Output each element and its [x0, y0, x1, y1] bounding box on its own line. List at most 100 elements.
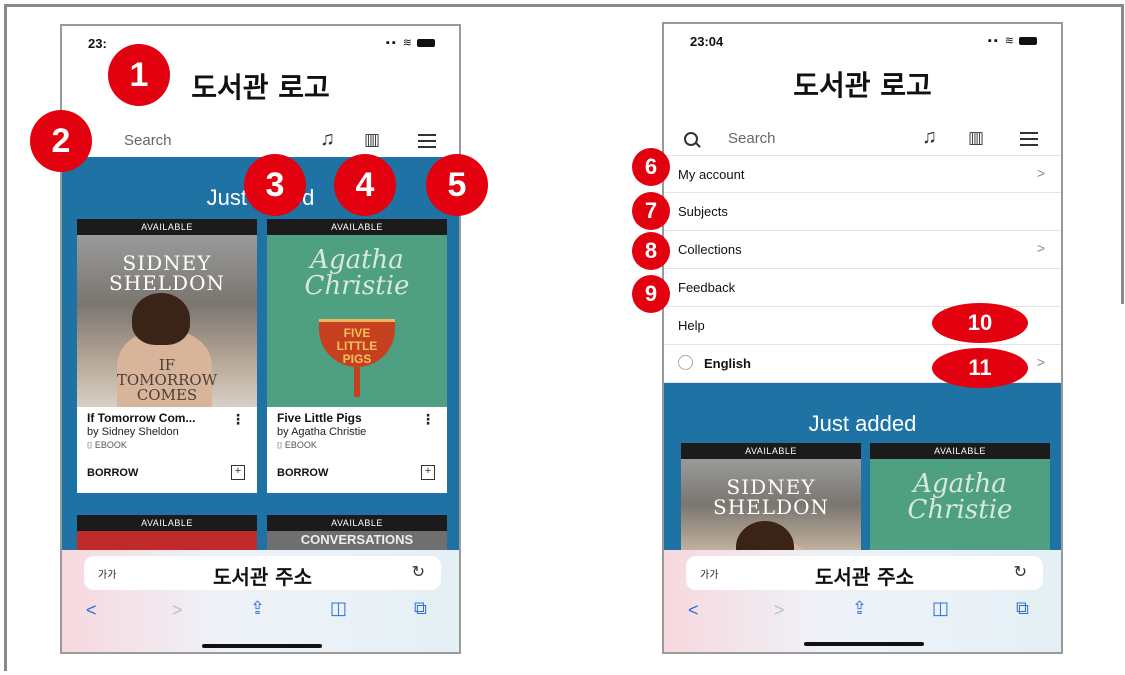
callout-badge-3: 3: [244, 154, 306, 216]
bell-icon[interactable]: ♫: [922, 126, 937, 149]
menu-item-my-account[interactable]: My account >: [664, 155, 1061, 193]
back-icon[interactable]: <: [688, 600, 699, 621]
library-shelf-icon[interactable]: ▥: [968, 128, 984, 148]
callout-badge-10: 10: [932, 303, 1028, 343]
menu-item-feedback[interactable]: Feedback: [664, 269, 1061, 307]
back-icon[interactable]: <: [86, 600, 97, 621]
book-meta: Five Little Pigs by Agatha Christie ⌷ EB…: [267, 407, 447, 457]
chevron-right-icon: >: [1036, 165, 1045, 181]
reload-icon[interactable]: ↻: [412, 562, 425, 582]
cover-title: FIVE LITTLE PIGS: [336, 326, 378, 366]
cover-author: SIDNEY SHELDON: [713, 475, 829, 519]
tabs-icon[interactable]: ⧉: [414, 598, 427, 619]
availability-label: AVAILABLE: [267, 219, 447, 235]
borrow-button[interactable]: BORROW: [277, 467, 328, 479]
address-bar[interactable]: 가가 도서관 주소 ↻: [84, 556, 441, 590]
card-footer: BORROW +: [77, 457, 257, 493]
search-icon[interactable]: [684, 132, 698, 146]
battery-icon: [1019, 37, 1037, 46]
availability-label: AVAILABLE: [77, 219, 257, 235]
menu-label: English: [704, 356, 751, 371]
home-indicator: [804, 642, 924, 646]
battery-icon: [417, 39, 435, 48]
book-open-icon: ⌷: [87, 440, 95, 450]
status-time: 23:04: [690, 34, 724, 49]
card-footer: BORROW +: [267, 457, 447, 493]
hamburger-menu-icon[interactable]: [1020, 132, 1038, 146]
section-title: Just added: [808, 411, 917, 436]
book-format: ⌷ EBOOK: [87, 440, 247, 451]
format-label: EBOOK: [94, 440, 127, 450]
just-added-section: Just added AVAILABLE SIDNEY SHELDON IF T…: [62, 157, 459, 577]
globe-icon: [678, 355, 693, 370]
availability-label: AVAILABLE: [681, 443, 861, 459]
library-shelf-icon[interactable]: ▥: [364, 130, 380, 150]
home-indicator: [202, 644, 322, 648]
url-text: 도서관 주소: [213, 565, 312, 589]
browser-toolbar: 가가 도서관 주소 ↻ < > ⇪ ◫ ⧉: [664, 550, 1061, 652]
book-meta: If Tomorrow Com... by Sidney Sheldon ⌷ E…: [77, 407, 257, 457]
availability-label: AVAILABLE: [870, 443, 1050, 459]
cover-author: SIDNEY SHELDON: [109, 251, 225, 295]
status-icons: ▪▪ ≋: [386, 36, 435, 49]
availability-label: AVAILABLE: [267, 515, 447, 531]
cover-author: Agatha Christie: [907, 469, 1013, 525]
callout-badge-8: 8: [632, 232, 670, 270]
book-title[interactable]: Five Little Pigs: [277, 411, 437, 425]
bookmarks-icon[interactable]: ◫: [330, 598, 347, 619]
book-title[interactable]: If Tomorrow Com...: [87, 411, 247, 425]
callout-badge-9: 9: [632, 275, 670, 313]
callout-badge-11: 11: [932, 348, 1028, 388]
wishlist-add-icon[interactable]: +: [231, 465, 245, 480]
share-icon[interactable]: ⇪: [250, 598, 265, 619]
forward-icon[interactable]: >: [774, 600, 785, 621]
callout-badge-2: 2: [30, 110, 92, 172]
wishlist-add-icon[interactable]: +: [421, 465, 435, 480]
callout-badge-6: 6: [632, 148, 670, 186]
book-card[interactable]: AVAILABLE SIDNEY SHELDON IF TOMORROW COM…: [77, 219, 257, 493]
browser-toolbar: 가가 도서관 주소 ↻ < > ⇪ ◫ ⧉: [62, 550, 459, 652]
search-input[interactable]: Search: [728, 130, 776, 147]
reload-icon[interactable]: ↻: [1014, 562, 1027, 582]
status-icons: ▪▪ ≋: [988, 34, 1037, 47]
cover-author: Agatha Christie: [304, 245, 410, 301]
callout-badge-4: 4: [334, 154, 396, 216]
library-logo: 도서관 로고: [793, 69, 932, 102]
book-card[interactable]: AVAILABLE Agatha Christie FIVE LITTLE PI…: [267, 219, 447, 493]
more-options-icon[interactable]: ⋮: [231, 411, 245, 428]
menu-label: My account: [678, 167, 745, 182]
bookmarks-icon[interactable]: ◫: [932, 598, 949, 619]
book-open-icon: ⌷: [277, 440, 285, 450]
availability-label: AVAILABLE: [77, 515, 257, 531]
tabs-icon[interactable]: ⧉: [1016, 598, 1029, 619]
cover-art-stem: [354, 367, 360, 397]
more-options-icon[interactable]: ⋮: [421, 411, 435, 428]
hamburger-menu-icon[interactable]: [418, 134, 436, 148]
cover-art-hair: [132, 293, 190, 345]
borrow-button[interactable]: BORROW: [87, 467, 138, 479]
callout-badge-7: 7: [632, 192, 670, 230]
book-author: by Agatha Christie: [277, 426, 367, 438]
forward-icon[interactable]: >: [172, 600, 183, 621]
menu-label: Help: [678, 318, 705, 333]
menu-label: Collections: [678, 242, 742, 257]
book-author: by Sidney Sheldon: [87, 426, 179, 438]
format-label: EBOOK: [284, 440, 317, 450]
menu-item-subjects[interactable]: Subjects: [664, 193, 1061, 231]
chevron-right-icon: >: [1036, 240, 1045, 256]
share-icon[interactable]: ⇪: [852, 598, 867, 619]
book-cover[interactable]: SIDNEY SHELDON IF TOMORROW COMES: [77, 235, 257, 407]
search-input[interactable]: Search: [124, 132, 172, 149]
callout-badge-5: 5: [426, 154, 488, 216]
status-time: 23:: [88, 36, 107, 51]
callout-badge-1: 1: [108, 44, 170, 106]
just-added-section: Just added AVAILABLE SIDNEY SHELDON AVAI…: [664, 383, 1061, 573]
chevron-right-icon: >: [1036, 354, 1045, 370]
book-cover[interactable]: Agatha Christie FIVE LITTLE PIGS: [267, 235, 447, 407]
bell-icon[interactable]: ♫: [320, 128, 335, 151]
book-format: ⌷ EBOOK: [277, 440, 437, 451]
menu-item-collections[interactable]: Collections >: [664, 231, 1061, 269]
cover-title: IF TOMORROW COMES: [116, 356, 218, 404]
url-text: 도서관 주소: [815, 565, 914, 589]
address-bar[interactable]: 가가 도서관 주소 ↻: [686, 556, 1043, 590]
